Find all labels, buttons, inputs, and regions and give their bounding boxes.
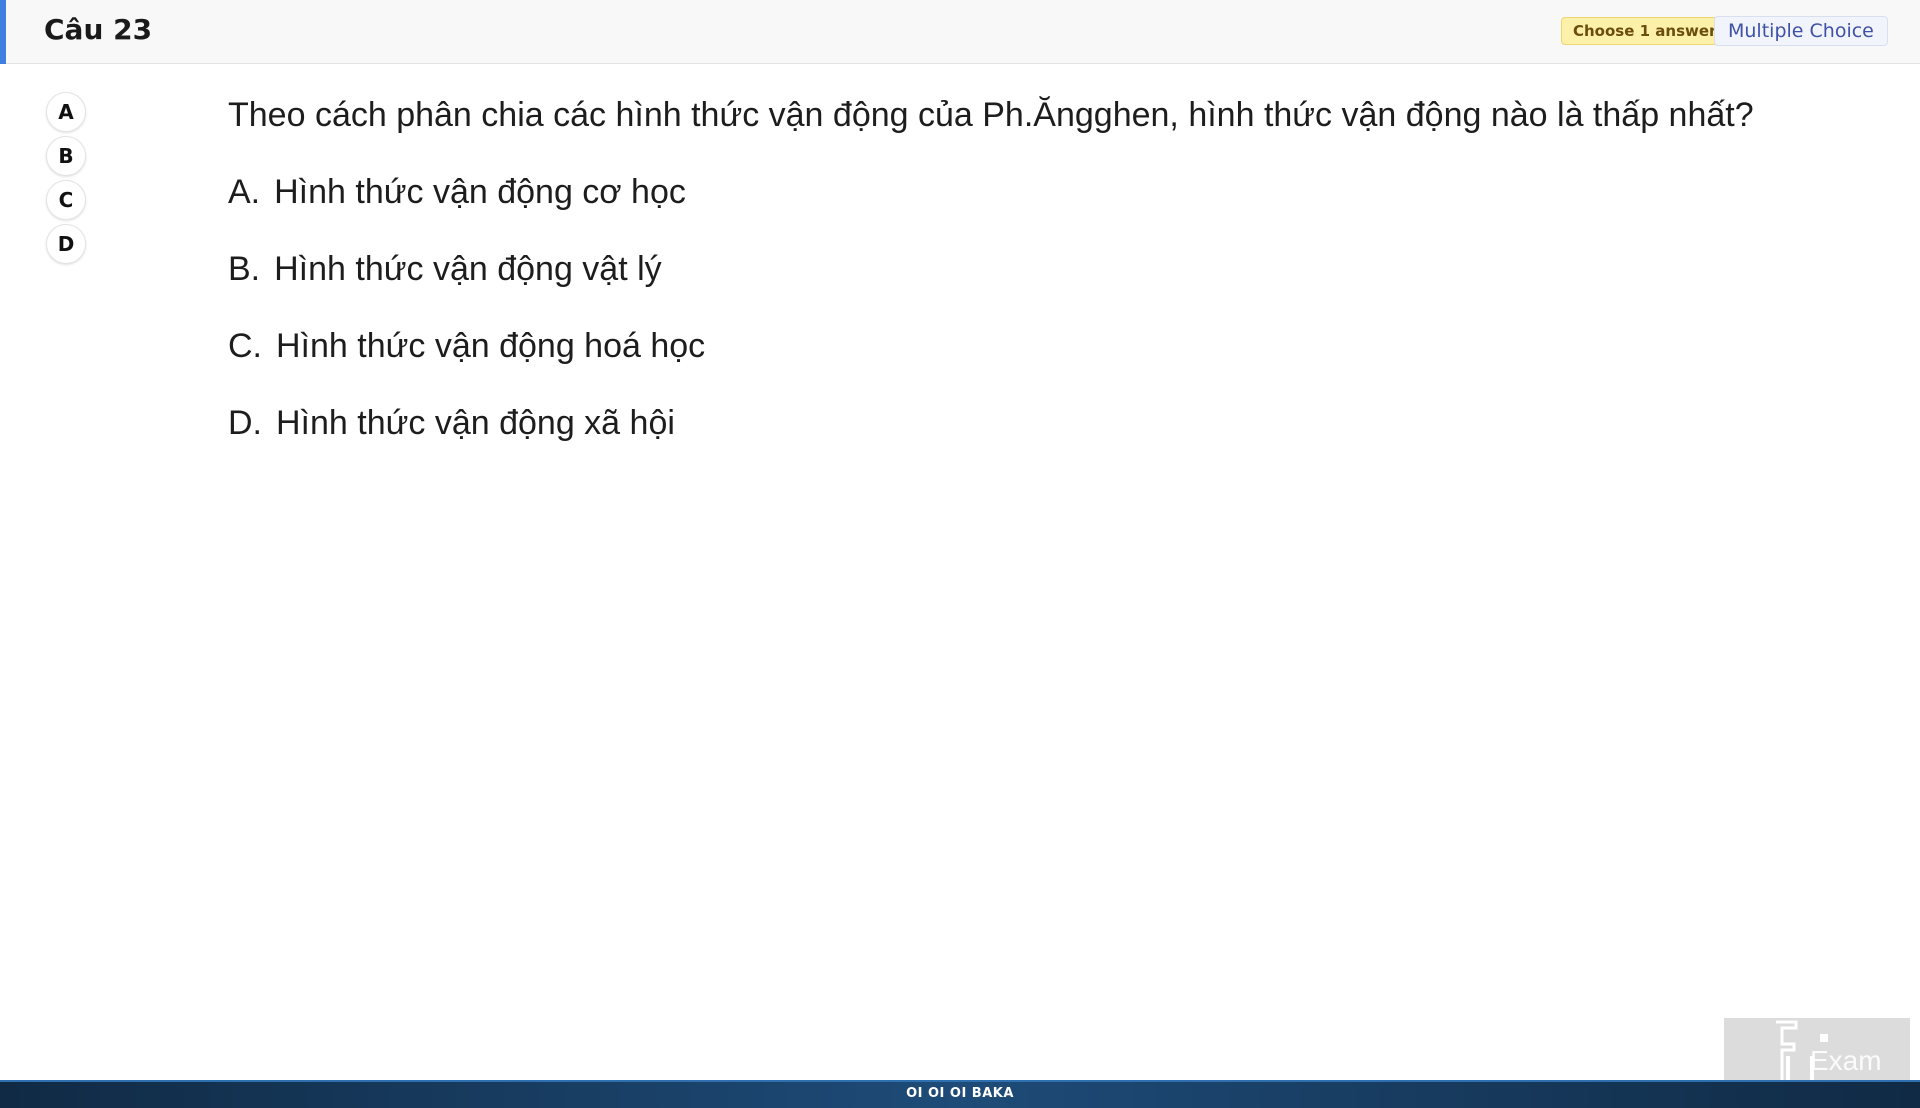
question-header: Câu 23 Choose 1 answer Multiple Choice xyxy=(0,0,1920,64)
page: Câu 23 Choose 1 answer Multiple Choice A… xyxy=(0,0,1920,1108)
question-type-badge: Multiple Choice xyxy=(1714,16,1888,46)
answer-letter: D. xyxy=(228,404,262,442)
answer-option-d: D. Hình thức vận động xã hội xyxy=(228,404,675,443)
answer-selector: A B C D xyxy=(46,92,86,268)
choose-one-badge: Choose 1 answer xyxy=(1561,17,1729,45)
footer-text: OI OI OI BAKA xyxy=(906,1086,1014,1101)
select-answer-b-button[interactable]: B xyxy=(46,136,86,176)
answer-option-b: B. Hình thức vận động vật lý xyxy=(228,250,662,289)
question-text: Theo cách phân chia các hình thức vận độ… xyxy=(228,96,1754,134)
footer-bar: OI OI OI BAKA xyxy=(0,1080,1920,1108)
answer-letter: A. xyxy=(228,173,261,211)
answer-text: Hình thức vận động hoá học xyxy=(276,327,706,365)
answer-text: Hình thức vận động vật lý xyxy=(274,250,662,288)
header-accent-bar xyxy=(0,0,6,64)
select-answer-c-button[interactable]: C xyxy=(46,180,86,220)
answer-text: Hình thức vận động xã hội xyxy=(276,404,675,442)
answer-option-c: C. Hình thức vận động hoá học xyxy=(228,327,705,366)
answer-letter: C. xyxy=(228,327,262,365)
select-answer-d-button[interactable]: D xyxy=(46,224,86,264)
question-number-title: Câu 23 xyxy=(44,13,153,46)
answer-letter: B. xyxy=(228,250,261,288)
select-answer-a-button[interactable]: A xyxy=(46,92,86,132)
logo-text: Exam xyxy=(1810,1045,1882,1076)
answer-option-a: A. Hình thức vận động cơ học xyxy=(228,173,686,212)
answer-text: Hình thức vận động cơ học xyxy=(274,173,686,211)
